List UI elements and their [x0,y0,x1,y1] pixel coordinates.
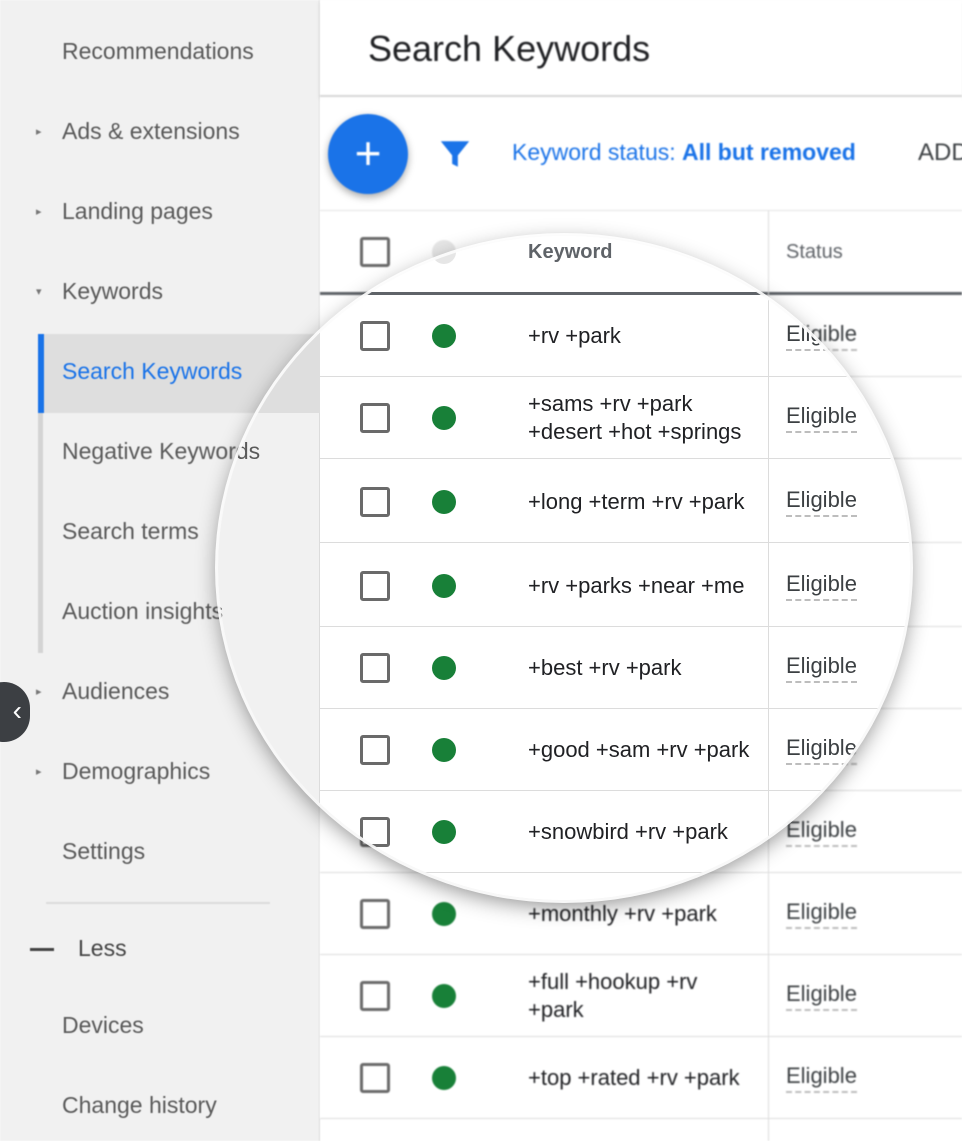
caret-down-icon[interactable]: ▾ [36,285,42,298]
keyword-text[interactable]: +rv +park [528,322,758,350]
sidebar-item-recommendations[interactable]: Recommendations [62,38,254,65]
enabled-status-icon[interactable] [432,984,456,1008]
page-header: Search Keywords [320,0,962,97]
enabled-status-icon[interactable] [432,820,456,844]
table-row[interactable]: +top +rated +rv +park Eligible [320,1037,962,1119]
nav-tree-line [38,413,43,653]
enabled-status-icon[interactable] [432,324,456,348]
enabled-status-icon[interactable] [432,490,456,514]
status-badge[interactable]: Eligible [786,817,857,847]
sidebar-nav: RecommendationsAds & extensions▸Landing … [218,236,320,900]
keyword-text[interactable]: +rv +parks +near +me [528,572,758,600]
magnifier-lens: RecommendationsAds & extensions▸Landing … [218,236,910,900]
status-column-icon [432,240,456,264]
caret-right-icon[interactable]: ▸ [36,205,42,218]
row-checkbox[interactable] [360,899,390,900]
nav-selection-indicator [38,334,44,413]
status-badge[interactable]: Eligible [786,571,857,601]
table-row[interactable]: +rv +park Eligible [320,295,910,377]
row-checkbox[interactable] [360,981,390,1011]
table-row[interactable]: +good +sam +rv +park Eligible [320,709,910,791]
enabled-status-icon[interactable] [432,656,456,680]
filter-icon[interactable] [438,137,472,171]
filter-label: Keyword status: [512,139,683,165]
table-header: Keyword Status [320,236,910,295]
select-all-checkbox[interactable] [360,237,390,267]
status-badge[interactable]: Eligible [786,735,857,765]
caret-right-icon[interactable]: ▸ [36,685,42,698]
row-checkbox[interactable] [360,571,390,601]
row-checkbox[interactable] [360,735,390,765]
keyword-status-filter[interactable]: Keyword status: All but removed [512,139,856,166]
table-row[interactable]: +monthly +rv +park Eligible [320,873,910,900]
sidebar-item-search-terms[interactable]: Search terms [62,518,199,545]
status-badge[interactable]: Eligible [786,403,857,433]
column-header-keyword[interactable]: Keyword [528,241,612,264]
enabled-status-icon[interactable] [432,738,456,762]
sidebar-item-devices[interactable]: Devices [62,1012,144,1039]
table-row[interactable]: +best +rv +park Eligible [320,627,910,709]
status-badge[interactable]: Eligible [786,487,857,517]
enabled-status-icon[interactable] [432,1066,456,1090]
row-checkbox[interactable] [360,321,390,351]
sidebar-item-auction-insights[interactable]: Auction insights [218,598,223,625]
row-checkbox[interactable] [360,817,390,847]
row-checkbox[interactable] [360,403,390,433]
main-content: Search Keywords+Keyword status: All but … [320,236,910,900]
keyword-text[interactable]: +sams +rv +park +desert +hot +springs [528,390,758,446]
sidebar-item-landing-pages[interactable]: Landing pages [62,198,213,225]
sidebar-item-search-keywords[interactable]: Search Keywords [62,358,242,385]
status-badge[interactable]: Eligible [786,321,857,351]
status-badge[interactable]: Eligible [786,1063,857,1093]
status-badge[interactable]: Eligible [786,899,857,901]
sidebar-item-audiences[interactable]: Audiences [62,678,169,705]
sidebar-item-negative-keywords[interactable]: Negative Keywords [218,438,260,465]
keyword-text[interactable]: +good +sam +rv +park [528,736,758,764]
sidebar-item-search-keywords[interactable]: Search Keywords [218,358,242,385]
sidebar-item-demographics[interactable]: Demographics [62,758,210,785]
magnified-view: RecommendationsAds & extensions▸Landing … [218,236,910,900]
minus-icon[interactable] [30,948,54,951]
caret-right-icon[interactable]: ▸ [36,125,42,138]
caret-right-icon[interactable]: ▸ [36,765,42,778]
sidebar-item-auction-insights[interactable]: Auction insights [62,598,223,625]
table-row[interactable]: +long +term +rv +park Eligible [320,461,910,543]
row-checkbox[interactable] [360,899,390,929]
row-checkbox[interactable] [360,1063,390,1093]
sidebar-less-toggle[interactable]: Less [78,935,127,962]
toolbar: + Keyword status: All but removed ADD [320,97,962,211]
page-title: Search Keywords [368,28,651,69]
column-divider [768,236,769,900]
sidebar-divider [46,902,270,904]
table-row[interactable]: +rv +parks +near +me Eligible [320,545,910,627]
keyword-text[interactable]: +best +rv +park [528,654,758,682]
keyword-text[interactable]: +top +rated +rv +park [528,1064,758,1092]
status-badge[interactable]: Eligible [786,899,857,929]
sidebar-item-change-history[interactable]: Change history [62,1092,217,1119]
table-row[interactable]: +sams +rv +park +desert +hot +springs Eli… [320,377,910,459]
add-keyword-button[interactable]: + [328,114,408,194]
row-checkbox[interactable] [360,653,390,683]
row-checkbox[interactable] [360,487,390,517]
filter-value: All but removed [682,139,856,165]
add-filter-button[interactable]: ADD [918,139,962,167]
sidebar-item-ads-extensions[interactable]: Ads & extensions [62,118,240,145]
keyword-text[interactable]: +snowbird +rv +park [528,818,758,846]
sidebar-item-settings[interactable]: Settings [62,838,145,865]
enabled-status-icon[interactable] [432,406,456,430]
table-row[interactable]: +snowbird +rv +park Eligible [320,791,910,873]
table-row[interactable]: +full +hookup +rv +park Eligible [320,955,962,1037]
sidebar-item-keywords[interactable]: Keywords [62,278,163,305]
enabled-status-icon[interactable] [432,902,456,926]
keyword-text[interactable]: +monthly +rv +park [528,900,758,928]
keyword-text[interactable]: +full +hookup +rv +park [528,968,758,1024]
column-header-status[interactable]: Status [786,241,843,264]
enabled-status-icon[interactable] [432,574,456,598]
keyword-text[interactable]: +monthly +rv +park [528,900,758,901]
status-badge[interactable]: Eligible [786,653,857,683]
keyword-text[interactable]: +long +term +rv +park [528,488,758,516]
status-badge[interactable]: Eligible [786,981,857,1011]
